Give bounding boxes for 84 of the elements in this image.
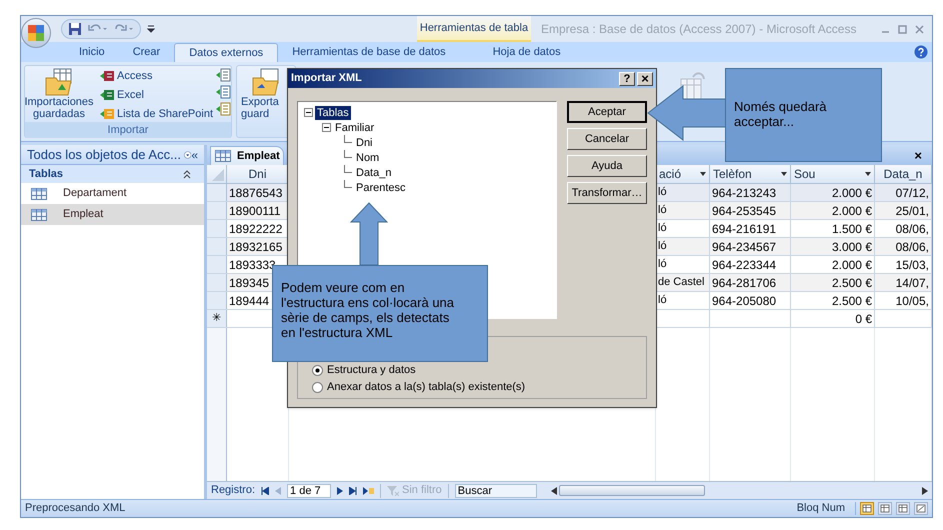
import-source-button[interactable]: Excel bbox=[99, 87, 214, 103]
group-header[interactable]: Tablas bbox=[29, 166, 64, 182]
table-cell-text: 964-281706 bbox=[712, 274, 776, 291]
record-position-field[interactable]: 1 de 7 bbox=[287, 484, 332, 498]
collapse-pane-button[interactable]: « bbox=[191, 146, 198, 164]
row-selector[interactable]: ✳ bbox=[207, 310, 227, 327]
search-field[interactable]: Buscar bbox=[454, 484, 537, 498]
record-label: Registro: bbox=[211, 483, 256, 498]
table-cell-text: ló bbox=[658, 221, 667, 236]
table-cell-text: 10/05, bbox=[896, 292, 929, 309]
ribbon-tab[interactable]: Datos externos bbox=[174, 43, 278, 62]
import-source-button[interactable]: Lista de SharePoint bbox=[99, 106, 214, 122]
table-cell-text: 08/06, bbox=[896, 220, 929, 237]
table-cell-text: 18900111 bbox=[229, 202, 281, 219]
table-cell-text: 18932165 bbox=[229, 238, 282, 255]
table-cell-text: ló bbox=[658, 293, 667, 308]
tree-item[interactable]: Parentesc bbox=[354, 180, 408, 194]
button-label[interactable]: guard bbox=[237, 108, 270, 120]
table-cell-text: 07/12, bbox=[896, 184, 929, 201]
table-cell-text: 189345 bbox=[229, 274, 270, 291]
column-header[interactable]: ació bbox=[659, 165, 682, 183]
document-tab[interactable]: Empleat bbox=[210, 146, 284, 165]
tree-item[interactable]: Familiar bbox=[333, 120, 376, 134]
column-header[interactable]: Sou bbox=[794, 165, 816, 183]
table-cell-text: 964-205080 bbox=[712, 292, 776, 309]
table-cell-text: 189444 bbox=[229, 292, 270, 309]
callout-note: Només quedarà acceptar... bbox=[725, 68, 882, 162]
column-header[interactable]: Telèfon bbox=[713, 165, 752, 183]
tree-item[interactable]: Nom bbox=[354, 150, 382, 164]
new-row-marker: ✳ bbox=[212, 311, 221, 326]
table-cell-text: 15/03, bbox=[896, 256, 929, 273]
saved-imports-button[interactable]: Importaciones guardadas bbox=[25, 68, 93, 120]
table-cell-text: 2.500 € bbox=[832, 292, 872, 309]
pane-title[interactable]: Todos los objetos de Acc... bbox=[27, 144, 181, 164]
ribbon-tab[interactable]: Hoja de datos bbox=[470, 43, 584, 62]
callout-note: Podem veure com en l'estructura ens col·locarà una sèrie de camps, els detectats en l'estructura XML bbox=[272, 265, 488, 362]
table-cell-text: 18876543 bbox=[229, 184, 282, 201]
window-title: Empresa : Base de datos (Access 2007) - Microsoft Access bbox=[541, 21, 856, 38]
column-header[interactable]: Data_n bbox=[884, 165, 922, 183]
table-cell-text: 14/07, bbox=[896, 274, 929, 291]
radio-option[interactable]: Anexar datos a la(s) tabla(s) existente(s) bbox=[312, 381, 526, 394]
dialog-button[interactable]: Cancelar bbox=[567, 128, 647, 150]
nav-item[interactable]: Empleat bbox=[21, 204, 204, 225]
table-cell-text: 2.000 € bbox=[832, 256, 872, 273]
table-cell-text: 2.500 € bbox=[832, 274, 872, 291]
contextual-group-label: Herramientas de tabla bbox=[420, 20, 528, 36]
group-label: Importar bbox=[25, 122, 231, 138]
ribbon-tab[interactable]: Inicio bbox=[65, 43, 119, 62]
table-cell-text: de Castel bbox=[658, 275, 704, 290]
tree-item[interactable]: Tablas bbox=[315, 106, 351, 120]
table-cell-text: 3.000 € bbox=[832, 238, 872, 255]
dialog-button[interactable]: Ayuda bbox=[567, 155, 647, 177]
table-cell-text: ló bbox=[658, 239, 667, 254]
tree-item[interactable]: Data_n bbox=[354, 166, 394, 180]
table-cell-text: 2.000 € bbox=[832, 184, 872, 201]
table-cell-text: 694-216191 bbox=[712, 220, 776, 237]
help-button[interactable]: ? bbox=[619, 72, 635, 86]
table-cell-text: 964-223344 bbox=[712, 256, 776, 273]
ribbon-tab[interactable]: Herramientas de base de datos bbox=[278, 43, 460, 62]
table-cell-text: 964-213243 bbox=[712, 184, 776, 201]
table-cell-text: 964-234567 bbox=[712, 238, 776, 255]
status-message: Preprocesando XML bbox=[25, 501, 126, 516]
dialog-button[interactable]: Aceptar bbox=[567, 101, 647, 123]
num-lock-indicator: Bloq Num bbox=[796, 501, 845, 516]
import-source-button[interactable]: Access bbox=[99, 68, 214, 84]
table-cell-text: ló bbox=[658, 257, 667, 272]
table-cell-text: 2.000 € bbox=[832, 202, 872, 219]
radio-option[interactable]: Estructura y datos bbox=[312, 364, 416, 377]
table-cell-text: 08/06, bbox=[896, 238, 929, 255]
tree-item[interactable]: Dni bbox=[354, 136, 375, 150]
table-cell-text: ló bbox=[658, 185, 667, 200]
table-cell-text: 964-253545 bbox=[712, 202, 776, 219]
table-cell-text: ló bbox=[658, 203, 667, 218]
column-header[interactable]: Dni bbox=[248, 165, 266, 183]
dialog-title: Importar XML bbox=[291, 71, 362, 86]
button-label[interactable]: Exporta bbox=[237, 96, 279, 108]
table-cell-text: 18922222 bbox=[229, 220, 282, 237]
dialog-button[interactable]: Transformar… bbox=[567, 182, 647, 204]
close-document-button[interactable]: × bbox=[914, 149, 922, 163]
table-cell-text: 25/01, bbox=[896, 202, 929, 219]
ribbon-tab[interactable]: Crear bbox=[118, 43, 174, 62]
close-button[interactable]: × bbox=[637, 72, 653, 86]
table-cell-text: 1.500 € bbox=[832, 220, 872, 237]
table-cell-text: 0 € bbox=[855, 310, 872, 328]
